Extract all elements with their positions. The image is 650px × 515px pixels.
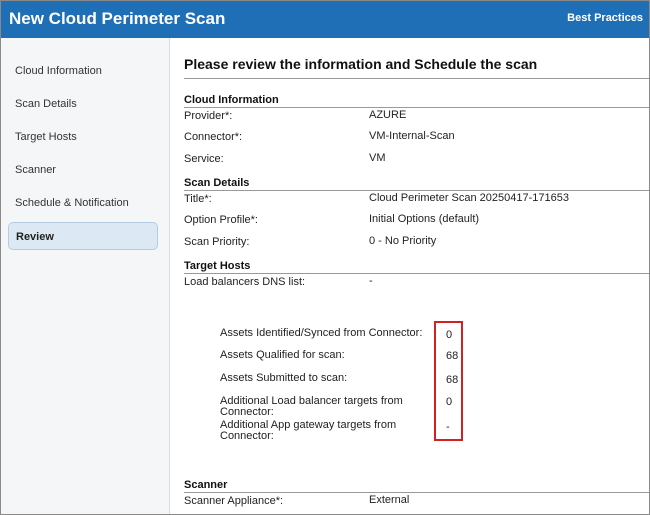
sidebar-item-schedule-notification[interactable]: Schedule & Notification <box>8 189 158 217</box>
dialog-title: New Cloud Perimeter Scan <box>9 9 226 28</box>
scan-priority-label: Scan Priority: <box>184 236 250 248</box>
option-profile-label: Option Profile*: <box>184 214 258 226</box>
section-scan-details: Scan Details <box>184 177 649 191</box>
option-profile-value: Initial Options (default) <box>369 213 480 225</box>
highlight-box <box>434 321 463 441</box>
sidebar-item-scanner[interactable]: Scanner <box>8 156 158 184</box>
title-divider <box>184 78 649 79</box>
app-gateway-targets-label: Additional App gateway targets from Conn… <box>220 419 397 442</box>
section-target-hosts: Target Hosts <box>184 260 649 274</box>
lb-dns-value: - <box>369 275 373 287</box>
scan-priority-value: 0 - No Priority <box>369 235 437 247</box>
sidebar-item-target-hosts[interactable]: Target Hosts <box>8 123 158 151</box>
lb-dns-label: Load balancers DNS list: <box>184 276 306 288</box>
assets-qualified-label: Assets Qualified for scan: <box>220 349 345 361</box>
section-cloud-information: Cloud Information <box>184 94 649 108</box>
provider-label: Provider*: <box>184 110 233 122</box>
lb-targets-label: Additional Load balancer targets from Co… <box>220 395 403 418</box>
page-title: Please review the information and Schedu… <box>184 56 538 72</box>
review-content: Please review the information and Schedu… <box>170 38 649 514</box>
assets-submitted-label: Assets Submitted to scan: <box>220 372 348 384</box>
assets-identified-label: Assets Identified/Synced from Connector: <box>220 327 423 339</box>
dialog-window: New Cloud Perimeter Scan Best Practices … <box>0 0 650 515</box>
sidebar-item-review[interactable]: Review <box>8 222 158 250</box>
dialog-header: New Cloud Perimeter Scan Best Practices <box>1 1 649 38</box>
title-value: Cloud Perimeter Scan 20250417-171653 <box>369 192 569 204</box>
connector-label: Connector*: <box>184 131 243 143</box>
provider-value: AZURE <box>369 109 407 121</box>
best-practices-link[interactable]: Best Practices <box>567 12 643 24</box>
section-scanner: Scanner <box>184 479 649 493</box>
service-label: Service: <box>184 153 224 165</box>
sidebar-item-scan-details[interactable]: Scan Details <box>8 90 158 118</box>
connector-value: VM-Internal-Scan <box>369 130 455 142</box>
sidebar-item-cloud-information[interactable]: Cloud Information <box>8 57 158 85</box>
wizard-sidebar: Cloud Information Scan Details Target Ho… <box>1 38 170 514</box>
title-label: Title*: <box>184 193 212 205</box>
service-value: VM <box>369 152 386 164</box>
scanner-appliance-value: External <box>369 494 410 506</box>
scanner-appliance-label: Scanner Appliance*: <box>184 495 284 507</box>
